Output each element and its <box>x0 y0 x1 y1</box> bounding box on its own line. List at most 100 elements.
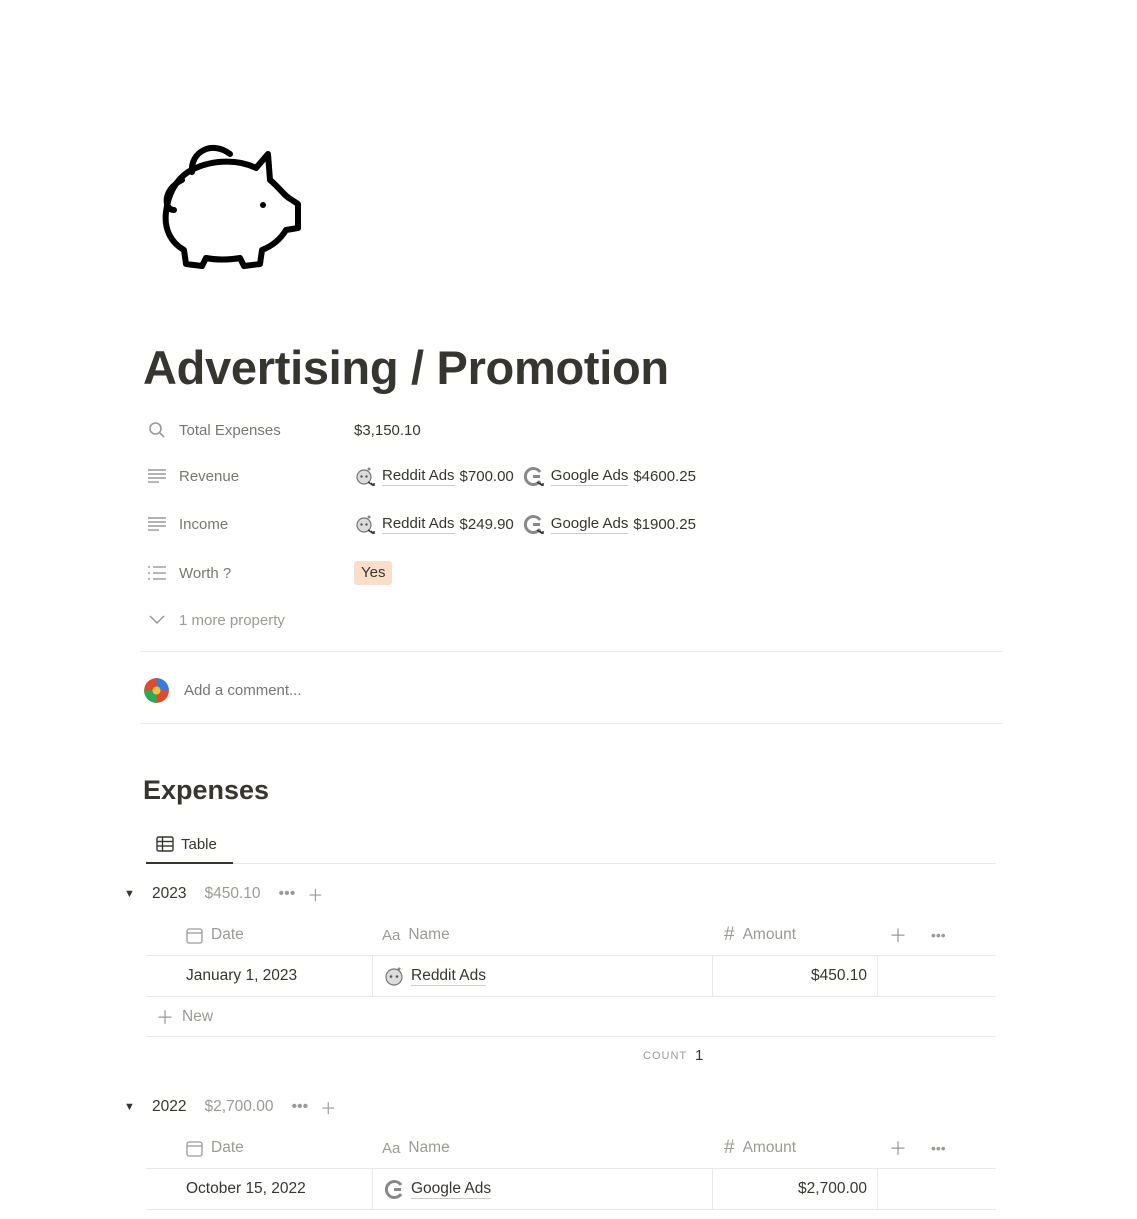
reddit-icon <box>354 465 376 487</box>
add-column-icon[interactable]: ＋ <box>889 922 907 948</box>
cell-name[interactable]: Reddit Ads <box>372 956 712 996</box>
add-column-icon[interactable]: ＋ <box>889 1135 907 1161</box>
property-value[interactable]: Yes <box>354 561 393 585</box>
divider <box>140 651 1002 652</box>
column-header-date[interactable]: Date <box>146 915 372 955</box>
google-icon <box>523 513 545 535</box>
google-icon <box>383 1178 405 1200</box>
more-options-icon[interactable]: ••• <box>931 927 946 943</box>
add-icon[interactable]: ＋ <box>320 1095 336 1119</box>
comment-input[interactable] <box>184 681 484 699</box>
add-icon[interactable]: ＋ <box>307 882 323 906</box>
new-row-label: New <box>182 1007 214 1025</box>
group-header-2023: ▼ 2023 $450.10 ••• ＋ <box>124 880 335 908</box>
column-label: Amount <box>742 1139 796 1156</box>
property-total-expenses: Total Expenses $3,150.10 <box>146 415 1006 445</box>
row-name-link: Google Ads <box>411 1179 492 1199</box>
table-header-row: Date Aa Name # Amount ＋ ••• <box>146 915 996 956</box>
count-summary[interactable]: COUNT 1 <box>146 1047 996 1071</box>
reddit-icon <box>383 965 405 987</box>
property-value: Reddit Ads $700.00 Google Ads $4600.25 <box>354 465 705 487</box>
calendar-icon <box>186 1140 203 1157</box>
column-header-amount[interactable]: # Amount <box>712 1128 877 1168</box>
more-options-icon[interactable]: ••• <box>279 885 296 903</box>
count-label: COUNT <box>643 1050 688 1062</box>
more-options-icon[interactable]: ••• <box>931 1140 946 1156</box>
expenses-title[interactable]: Expenses <box>143 775 269 806</box>
cell-name[interactable]: Google Ads <box>372 1169 712 1209</box>
column-header-amount[interactable]: # Amount <box>712 915 877 955</box>
property-name[interactable]: Revenue <box>146 465 354 487</box>
cell-amount[interactable]: $450.10 <box>712 956 877 996</box>
piggy-bank-icon[interactable] <box>152 132 304 272</box>
expenses-table-2023: Date Aa Name # Amount ＋ ••• January 1, 2… <box>146 915 996 1037</box>
relation-name: Reddit Ads <box>382 514 455 534</box>
property-label: Revenue <box>179 467 240 485</box>
group-header-2022: ▼ 2022 $2,700.00 ••• ＋ <box>124 1093 348 1121</box>
column-label: Name <box>408 1139 450 1156</box>
tab-table[interactable]: Table <box>146 826 233 864</box>
column-header-name[interactable]: Aa Name <box>372 915 712 955</box>
column-header-date[interactable]: Date <box>146 1128 372 1168</box>
property-value[interactable]: $3,150.10 <box>354 422 421 439</box>
property-income: Income Reddit Ads $249.90 Google Ads $19… <box>146 509 1006 539</box>
property-name[interactable]: Total Expenses <box>146 419 354 441</box>
reddit-icon <box>354 513 376 535</box>
relation-item[interactable]: Reddit Ads $249.90 <box>354 513 518 535</box>
more-properties-toggle[interactable]: 1 more property <box>146 605 1006 635</box>
toggle-triangle-icon[interactable]: ▼ <box>124 888 140 900</box>
comment-row <box>144 676 484 704</box>
column-label: Amount <box>742 926 796 943</box>
relation-name: Google Ads <box>550 514 629 534</box>
relation-name: Google Ads <box>550 466 629 486</box>
property-name[interactable]: Income <box>146 513 354 535</box>
relation-amount: $4600.25 <box>633 467 696 485</box>
property-name[interactable]: Worth ? <box>146 562 354 584</box>
property-label: Total Expenses <box>179 421 281 439</box>
relation-amount: $700.00 <box>459 467 514 485</box>
group-year: 2022 <box>152 1098 187 1115</box>
page-title[interactable]: Advertising / Promotion <box>143 340 669 395</box>
more-options-icon[interactable]: ••• <box>291 1098 308 1116</box>
property-revenue: Revenue Reddit Ads $700.00 Google Ads $4… <box>146 461 1006 491</box>
new-row-button[interactable]: ＋ New <box>146 997 996 1037</box>
relation-amount: $1900.25 <box>633 515 696 533</box>
cell-date[interactable]: October 15, 2022 <box>146 1169 372 1209</box>
tab-label: Table <box>181 835 217 853</box>
relation-name: Reddit Ads <box>382 466 455 486</box>
property-worth: Worth ? Yes <box>146 558 1006 588</box>
cell-amount[interactable]: $2,700.00 <box>712 1169 877 1209</box>
expenses-table-2022: Date Aa Name # Amount ＋ ••• October 15, … <box>146 1128 996 1210</box>
chevron-down-icon <box>146 609 168 631</box>
worth-tag: Yes <box>354 561 393 585</box>
column-actions: ＋ ••• <box>877 1128 996 1168</box>
relation-amount: $249.90 <box>459 515 514 533</box>
relation-item[interactable]: Google Ads $4600.25 <box>523 465 700 487</box>
view-tab-bar: Table <box>146 826 996 864</box>
cell-date[interactable]: January 1, 2023 <box>146 956 372 996</box>
property-label: Worth ? <box>179 564 232 582</box>
column-label: Date <box>211 1139 244 1156</box>
list-icon <box>146 562 168 584</box>
cell-empty <box>877 956 996 996</box>
table-row[interactable]: October 15, 2022 Google Ads $2,700.00 <box>146 1169 996 1210</box>
column-actions: ＋ ••• <box>877 915 996 955</box>
table-row[interactable]: January 1, 2023 Reddit Ads $450.10 <box>146 956 996 997</box>
relation-item[interactable]: Google Ads $1900.25 <box>523 513 700 535</box>
relation-item[interactable]: Reddit Ads $700.00 <box>354 465 518 487</box>
group-year: 2023 <box>152 885 187 902</box>
calendar-icon <box>186 927 203 944</box>
more-properties-label: 1 more property <box>179 611 285 629</box>
divider <box>140 723 1002 724</box>
total-expenses-value: $3,150.10 <box>354 421 421 439</box>
text-lines-icon <box>146 465 168 487</box>
toggle-triangle-icon[interactable]: ▼ <box>124 1101 140 1113</box>
property-label: Income <box>179 515 229 533</box>
text-type-icon: Aa <box>382 1139 401 1157</box>
search-icon <box>146 419 168 441</box>
number-type-icon: # <box>724 924 735 945</box>
cell-empty <box>877 1169 996 1209</box>
column-label: Date <box>211 926 244 943</box>
column-header-name[interactable]: Aa Name <box>372 1128 712 1168</box>
number-type-icon: # <box>724 1137 735 1158</box>
